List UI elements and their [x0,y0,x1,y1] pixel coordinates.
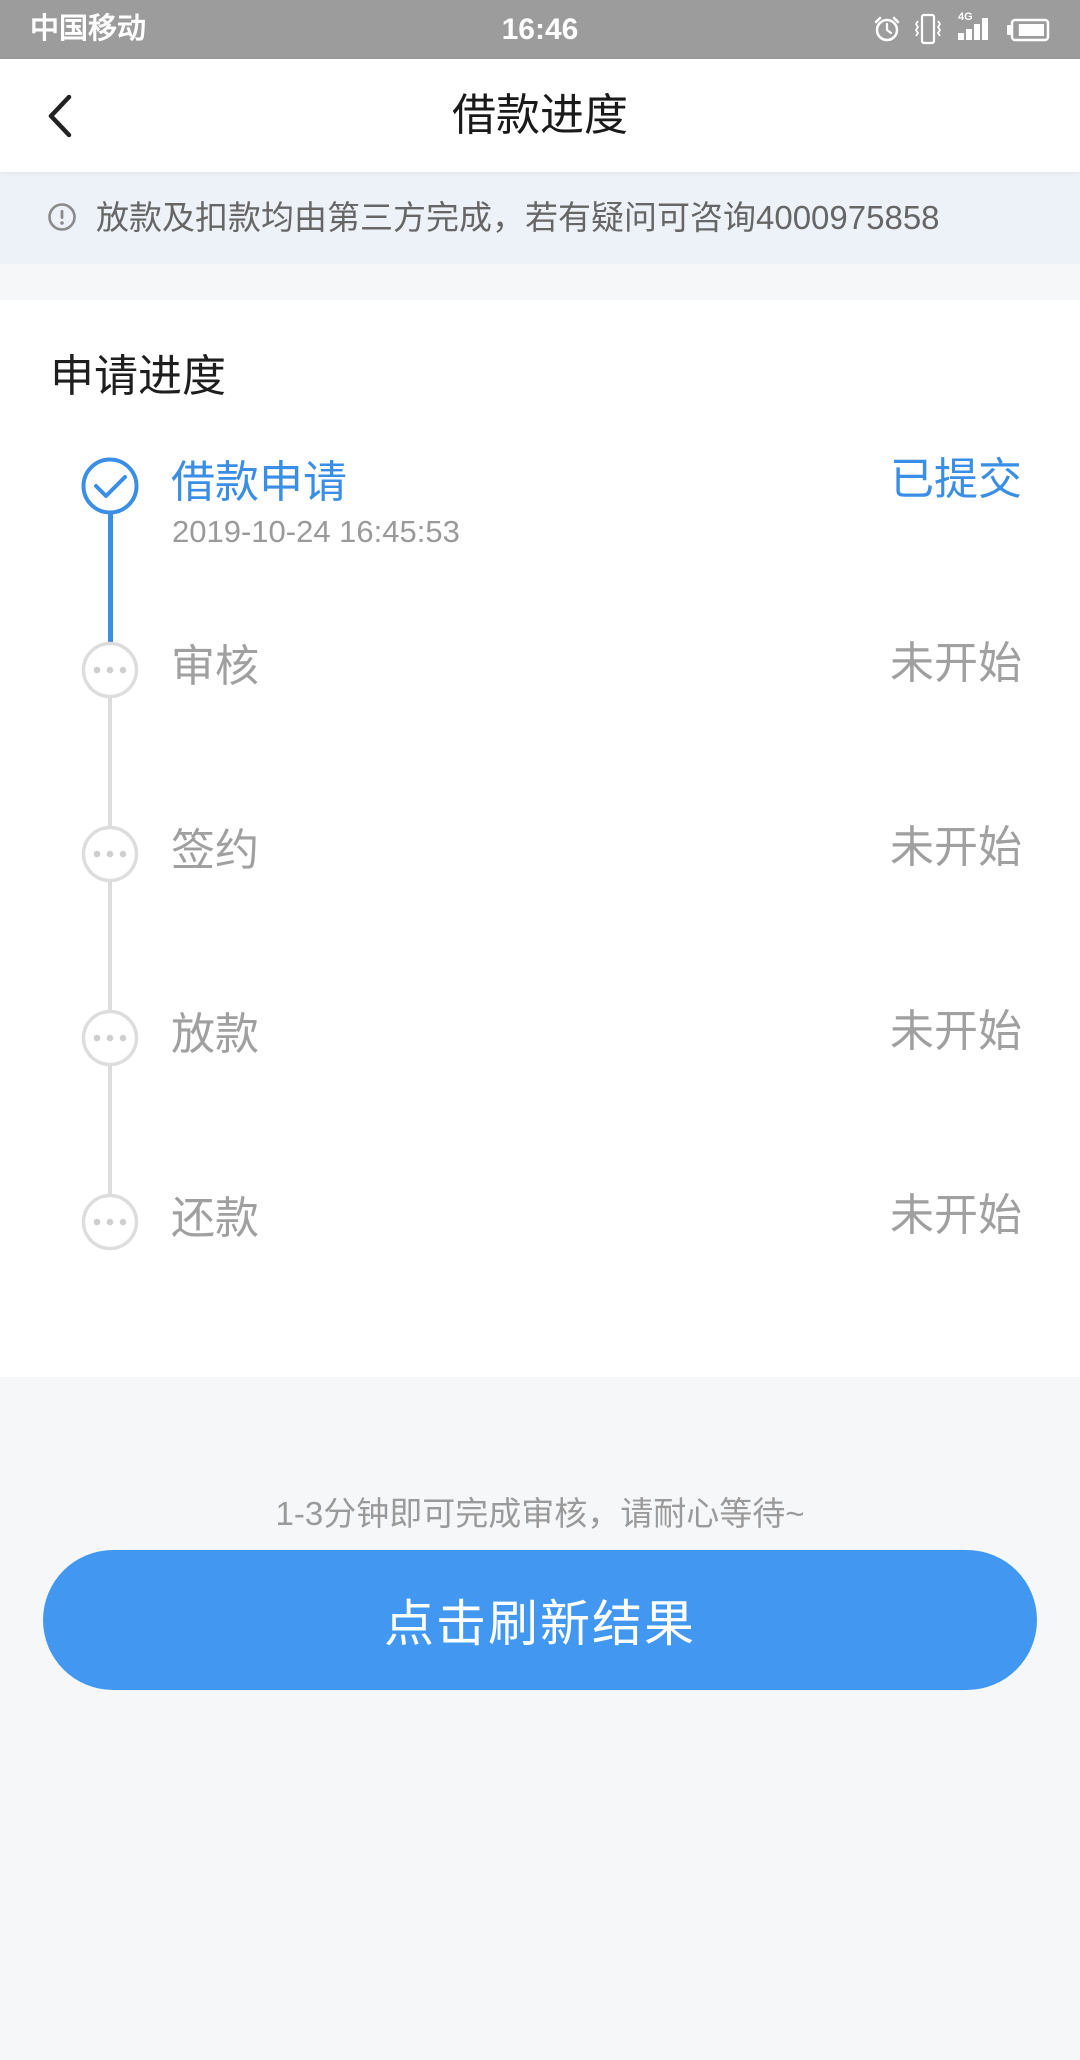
back-button[interactable] [14,59,114,172]
step-status: 未开始 [890,1007,1022,1056]
step-status: 未开始 [890,639,1022,688]
pending-dots-icon [81,1009,139,1067]
carrier-label: 中国移动 [30,13,147,45]
timeline-step-loan-application: 借款申请 已提交 2019-10-24 16:45:53 [0,455,1080,548]
step-label: 签约 [171,826,259,875]
refresh-button[interactable]: 点击刷新结果 [43,1550,1037,1690]
timeline-line-pending [108,670,112,1222]
signal-icon: 4G [955,11,997,42]
check-circle-icon [81,457,139,515]
notice-banner: 放款及扣款均由第三方完成，若有疑问可咨询4000975858 [0,172,1080,264]
chevron-left-icon [48,94,72,138]
pending-dots-icon [81,825,139,883]
page-title: 借款进度 [452,91,628,140]
info-icon [47,202,77,232]
timeline-step-sign: 签约 未开始 [0,823,1080,883]
timeline-step-disburse: 放款 未开始 [0,1007,1080,1067]
screen: 中国移动 16:46 4G 借款进度 放款及扣款均由第三方完成，若有疑问可咨询4… [0,0,1080,2060]
section-title: 申请进度 [50,352,226,401]
step-label: 借款申请 [171,458,347,507]
step-status: 未开始 [890,1191,1022,1240]
step-label: 还款 [171,1194,259,1243]
step-label: 审核 [171,642,259,691]
step-status: 未开始 [890,823,1022,872]
battery-icon [1006,18,1050,42]
pending-dots-icon [81,1193,139,1251]
notice-text: 放款及扣款均由第三方完成，若有疑问可咨询4000975858 [96,199,940,236]
step-status: 已提交 [890,455,1022,504]
timeline-step-review: 审核 未开始 [0,639,1080,699]
progress-card: 申请进度 借款申请 已提交 2019-10-24 16:45:53 审核 未开始… [0,300,1080,1377]
refresh-hint: 1-3分钟即可完成审核，请耐心等待~ [275,1495,805,1532]
timeline-step-repay: 还款 未开始 [0,1191,1080,1251]
network-type-label: 4G [958,11,973,23]
clock: 16:46 [501,13,579,46]
pending-dots-icon [81,641,139,699]
step-timestamp: 2019-10-24 16:45:53 [172,514,460,549]
status-bar: 中国移动 16:46 4G [0,0,1080,59]
nav-header: 借款进度 [0,59,1080,172]
vibrate-icon [914,13,942,45]
alarm-icon [872,14,902,44]
step-label: 放款 [171,1010,259,1059]
